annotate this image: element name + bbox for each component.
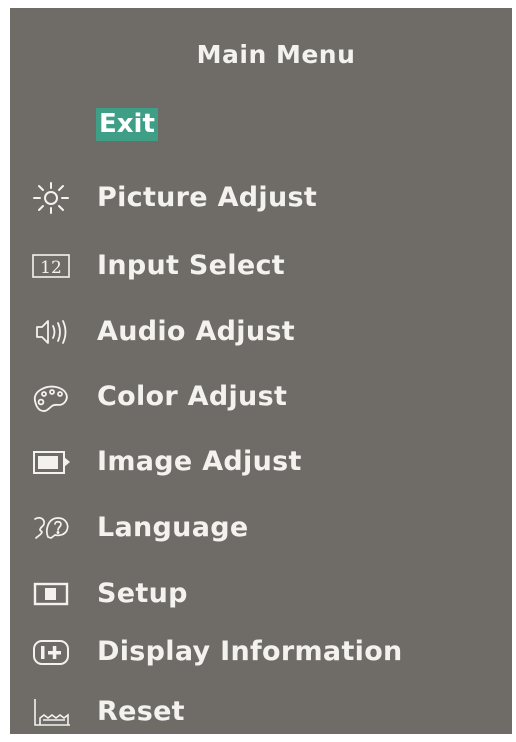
reset-icon xyxy=(30,694,72,730)
language-icon xyxy=(30,510,72,546)
menu-item-label: Setup xyxy=(97,578,188,609)
menu-item-image-adjust[interactable]: Image Adjust xyxy=(10,440,512,484)
menu-item-label: Picture Adjust xyxy=(97,182,318,213)
input-select-icon: 12 xyxy=(30,248,72,284)
menu-item-language[interactable]: Language xyxy=(10,506,512,550)
info-icon xyxy=(30,634,72,670)
exit-button[interactable]: Exit xyxy=(96,108,158,141)
palette-icon xyxy=(30,379,72,415)
svg-text:12: 12 xyxy=(40,258,62,278)
menu-item-input-select[interactable]: 12 Input Select xyxy=(10,244,512,288)
menu-item-label: Language xyxy=(97,512,249,543)
menu-item-reset[interactable]: Reset xyxy=(10,690,512,734)
menu-item-label: Input Select xyxy=(97,250,285,281)
speaker-icon xyxy=(30,314,72,350)
sun-icon xyxy=(30,180,72,216)
osd-main-menu: Main Menu Exit Picture Adjust 12 Input S… xyxy=(10,8,512,734)
menu-item-color-adjust[interactable]: Color Adjust xyxy=(10,375,512,419)
menu-item-label: Image Adjust xyxy=(97,446,302,477)
menu-item-setup[interactable]: Setup xyxy=(10,572,512,616)
menu-item-label: Audio Adjust xyxy=(97,316,295,347)
menu-item-label: Color Adjust xyxy=(97,381,288,412)
menu-item-audio-adjust[interactable]: Audio Adjust xyxy=(10,310,512,354)
image-adjust-icon xyxy=(30,444,72,480)
menu-item-display-information[interactable]: Display Information xyxy=(10,630,512,674)
menu-title: Main Menu xyxy=(196,40,356,69)
menu-item-label: Display Information xyxy=(97,636,403,667)
menu-item-label: Reset xyxy=(97,696,185,727)
menu-item-picture-adjust[interactable]: Picture Adjust xyxy=(10,176,512,220)
setup-icon xyxy=(30,576,72,612)
